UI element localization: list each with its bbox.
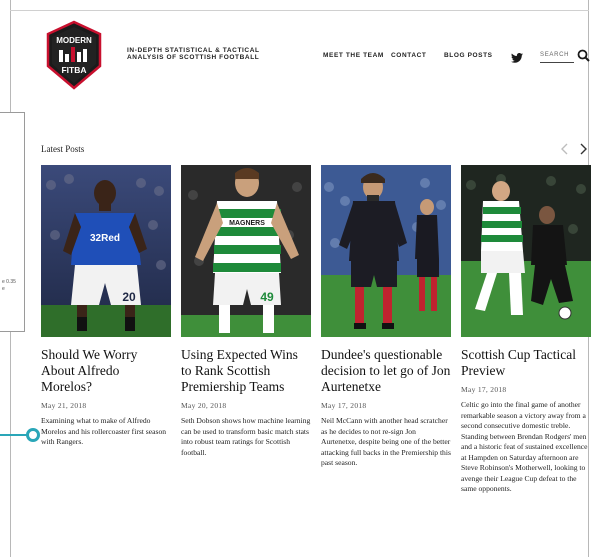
annotation-marker-dot[interactable] <box>26 428 40 442</box>
post-excerpt: Neil McCann with another head scratcher … <box>321 416 451 467</box>
post-card[interactable]: Scottish Cup Tactical Preview May 17, 20… <box>461 165 591 495</box>
nav-blog-posts[interactable]: BLOG POSTS <box>444 52 493 59</box>
nav-meet-the-team[interactable]: MEET THE TEAM <box>323 52 384 59</box>
side-card-line-1: e 0.35 <box>2 279 16 285</box>
logo-text-bottom: FITBA <box>61 65 86 75</box>
side-card-text: e 0.35 e <box>2 279 16 293</box>
thumb-shirt-sponsor: MAGNERS <box>229 220 265 227</box>
side-card-line-2: e <box>2 286 5 292</box>
tagline-line-1: IN-DEPTH STATISTICAL & TACTICAL <box>127 47 260 54</box>
site-tagline: IN-DEPTH STATISTICAL & TACTICAL ANALYSIS… <box>127 47 277 61</box>
post-card[interactable]: MAGNERS 49 Using Expected Wins to Rank S… <box>181 165 311 458</box>
search-icon[interactable] <box>577 49 590 62</box>
annotation-marker-line <box>0 434 28 436</box>
chevron-right-icon[interactable] <box>578 142 588 155</box>
post-excerpt: Examining what to make of Alfredo Morelo… <box>41 416 167 446</box>
thumb-shorts-number: 20 <box>122 290 136 304</box>
thumb-shirt-sponsor: 32Red <box>90 233 120 244</box>
side-annotation-card: e 0.35 e <box>0 112 25 332</box>
thumb-shorts-number: 49 <box>260 290 274 304</box>
page-frame-top <box>10 10 589 11</box>
search-label: SEARCH <box>540 52 570 58</box>
chevron-left-icon[interactable] <box>560 142 570 155</box>
post-excerpt: Celtic go into the final game of another… <box>461 400 588 493</box>
search-box[interactable]: SEARCH <box>540 46 592 64</box>
post-excerpt: Seth Dobson shows how machine learning c… <box>181 416 311 457</box>
post-title[interactable]: Scottish Cup Tactical Preview <box>461 347 591 379</box>
post-thumbnail[interactable]: 32Red 20 <box>41 165 171 337</box>
tagline-line-2: ANALYSIS OF SCOTTISH FOOTBALL <box>127 54 260 61</box>
post-thumbnail[interactable] <box>461 165 591 337</box>
post-thumbnail[interactable]: MAGNERS 49 <box>181 165 311 337</box>
post-card[interactable]: Dundee's questionable decision to let go… <box>321 165 451 469</box>
post-date: May 21, 2018 <box>41 401 87 410</box>
logo-text-top: MODERN <box>56 36 92 45</box>
post-date: May 20, 2018 <box>181 401 227 410</box>
post-date: May 17, 2018 <box>461 385 507 394</box>
post-title[interactable]: Dundee's questionable decision to let go… <box>321 347 451 395</box>
post-thumbnail[interactable] <box>321 165 451 337</box>
post-title[interactable]: Using Expected Wins to Rank Scottish Pre… <box>181 347 311 395</box>
annotation-marker[interactable] <box>0 425 40 445</box>
post-date: May 17, 2018 <box>321 401 367 410</box>
nav-contact[interactable]: CONTACT <box>391 52 427 59</box>
post-title[interactable]: Should We Worry About Alfredo Morelos? <box>41 347 171 395</box>
search-underline <box>540 62 574 63</box>
latest-posts-heading: Latest Posts <box>41 144 85 154</box>
twitter-icon[interactable] <box>511 50 523 63</box>
site-logo[interactable]: MODERN FITBA <box>46 20 102 90</box>
post-card[interactable]: 32Red 20 Should We Worry About Alfredo M… <box>41 165 171 448</box>
